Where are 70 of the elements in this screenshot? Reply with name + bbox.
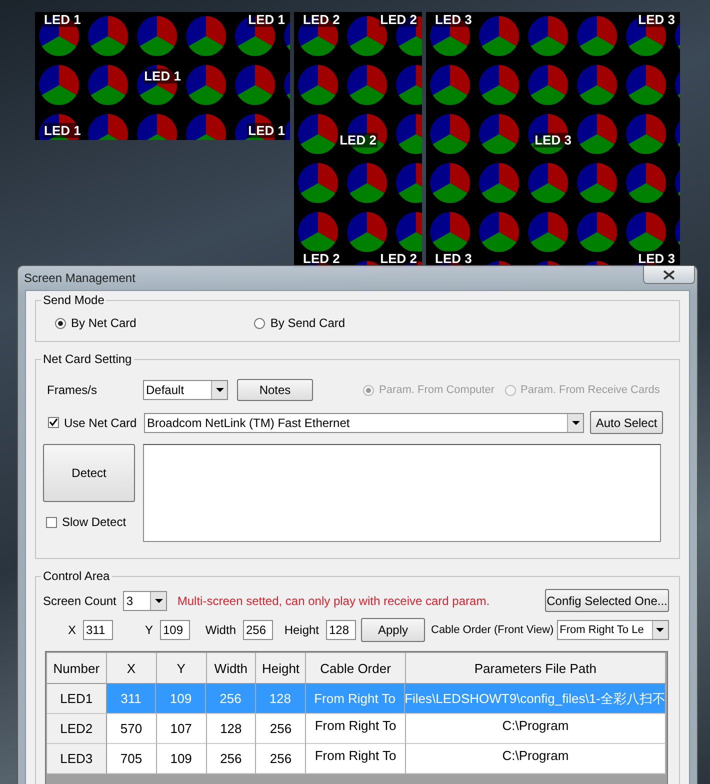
auto-select-button[interactable]: Auto Select xyxy=(590,411,663,434)
close-icon xyxy=(663,270,675,280)
use-net-card-checkbox[interactable]: Use Net Card xyxy=(48,416,144,430)
frames-label: Frames/s xyxy=(47,383,98,397)
screen-count-label: Screen Count xyxy=(43,594,116,608)
screen-count-dropdown[interactable]: 3 xyxy=(123,590,168,610)
screen-label: LED 3 xyxy=(434,12,473,27)
table-cell: 256 xyxy=(206,684,256,714)
table-cell: LED3 xyxy=(47,744,107,774)
screen-label: LED 1 xyxy=(143,68,182,84)
table-cell: 311 xyxy=(106,684,156,714)
screen-label: LED 2 xyxy=(302,251,341,266)
detect-button[interactable]: Detect xyxy=(43,444,135,502)
radio-option[interactable]: By Net Card xyxy=(55,316,136,330)
table-cell: 256 xyxy=(206,744,256,774)
window-title: Screen Management xyxy=(24,271,136,285)
cable-order-dropdown[interactable]: From Right To Le xyxy=(556,620,669,640)
group-title: Net Card Setting xyxy=(42,352,133,366)
table-cell: LED2 xyxy=(47,714,107,744)
caret-icon xyxy=(216,388,224,392)
field-label: Width xyxy=(204,623,237,637)
group-title: Control Area xyxy=(42,569,111,583)
screen-label: LED 3 xyxy=(534,132,572,148)
screen-label: LED 1 xyxy=(247,123,286,138)
cable-order-label: Cable Order (Front View) xyxy=(431,624,554,636)
screen-label: LED 1 xyxy=(247,12,286,27)
caret-icon xyxy=(656,628,664,632)
field-label: X xyxy=(66,623,77,637)
table-cell: 705 xyxy=(106,744,157,774)
input-field[interactable]: 128 xyxy=(326,620,356,640)
table-cell: 109 xyxy=(156,684,206,714)
apply-button[interactable]: Apply xyxy=(361,618,425,642)
table-row[interactable]: LED1 311 109 256 128 From Right To Files\LEDSHOWT9\config_files\1-全彩八扫不 xyxy=(47,684,666,714)
screen-label: LED 3 xyxy=(434,251,473,266)
table-cell: 128 xyxy=(256,684,306,714)
radio-option[interactable]: By Send Card xyxy=(254,316,346,330)
table-cell: C:\Program xyxy=(406,744,666,774)
screen-label: LED 2 xyxy=(379,12,418,27)
notes-button[interactable]: Notes xyxy=(237,379,313,401)
caret-icon xyxy=(572,420,580,424)
table-row[interactable]: LED3 705 109 256 256 From Right To C:\Program xyxy=(47,744,666,774)
screen-label: LED 2 xyxy=(379,251,418,266)
slow-detect-checkbox[interactable]: Slow Detect xyxy=(46,515,143,529)
log-text-area[interactable] xyxy=(143,444,661,542)
table-cell: From Right To xyxy=(306,744,406,774)
screen-label: LED 2 xyxy=(302,12,341,27)
field-label: Height xyxy=(283,623,320,637)
screen-label: LED 2 xyxy=(338,132,378,148)
warning-message: Multi-screen setted, can only play with receive card param. xyxy=(177,594,490,608)
input-field[interactable]: 311 xyxy=(83,620,113,640)
table-cell: 109 xyxy=(156,744,206,774)
table-row[interactable]: LED2 570 107 128 256 From Right To C:\Program xyxy=(47,714,666,744)
screen-label: LED 1 xyxy=(43,123,82,138)
screen-label: LED 3 xyxy=(637,12,676,27)
input-field[interactable]: 256 xyxy=(243,620,273,640)
frames-dropdown[interactable]: Default xyxy=(143,380,228,400)
table-cell: 256 xyxy=(256,744,306,774)
close-button[interactable] xyxy=(643,266,695,284)
field-label: Y xyxy=(144,623,154,637)
input-field[interactable]: 109 xyxy=(160,620,190,640)
table-cell: From Right To xyxy=(306,684,405,714)
config-selected-button[interactable]: Config Selected One... xyxy=(545,589,669,612)
table-cell: LED1 xyxy=(47,684,107,714)
table-cell: Files\LEDSHOWT9\config_files\1-全彩八扫不 xyxy=(404,684,666,714)
check-icon xyxy=(49,418,58,427)
group-title: Send Mode xyxy=(42,293,106,307)
screen-label: LED 1 xyxy=(43,12,82,27)
caret-icon xyxy=(154,598,163,602)
screen-label: LED 3 xyxy=(637,251,676,266)
net-card-dropdown[interactable]: Broadcom NetLink (TM) Fast Ethernet xyxy=(144,412,584,432)
